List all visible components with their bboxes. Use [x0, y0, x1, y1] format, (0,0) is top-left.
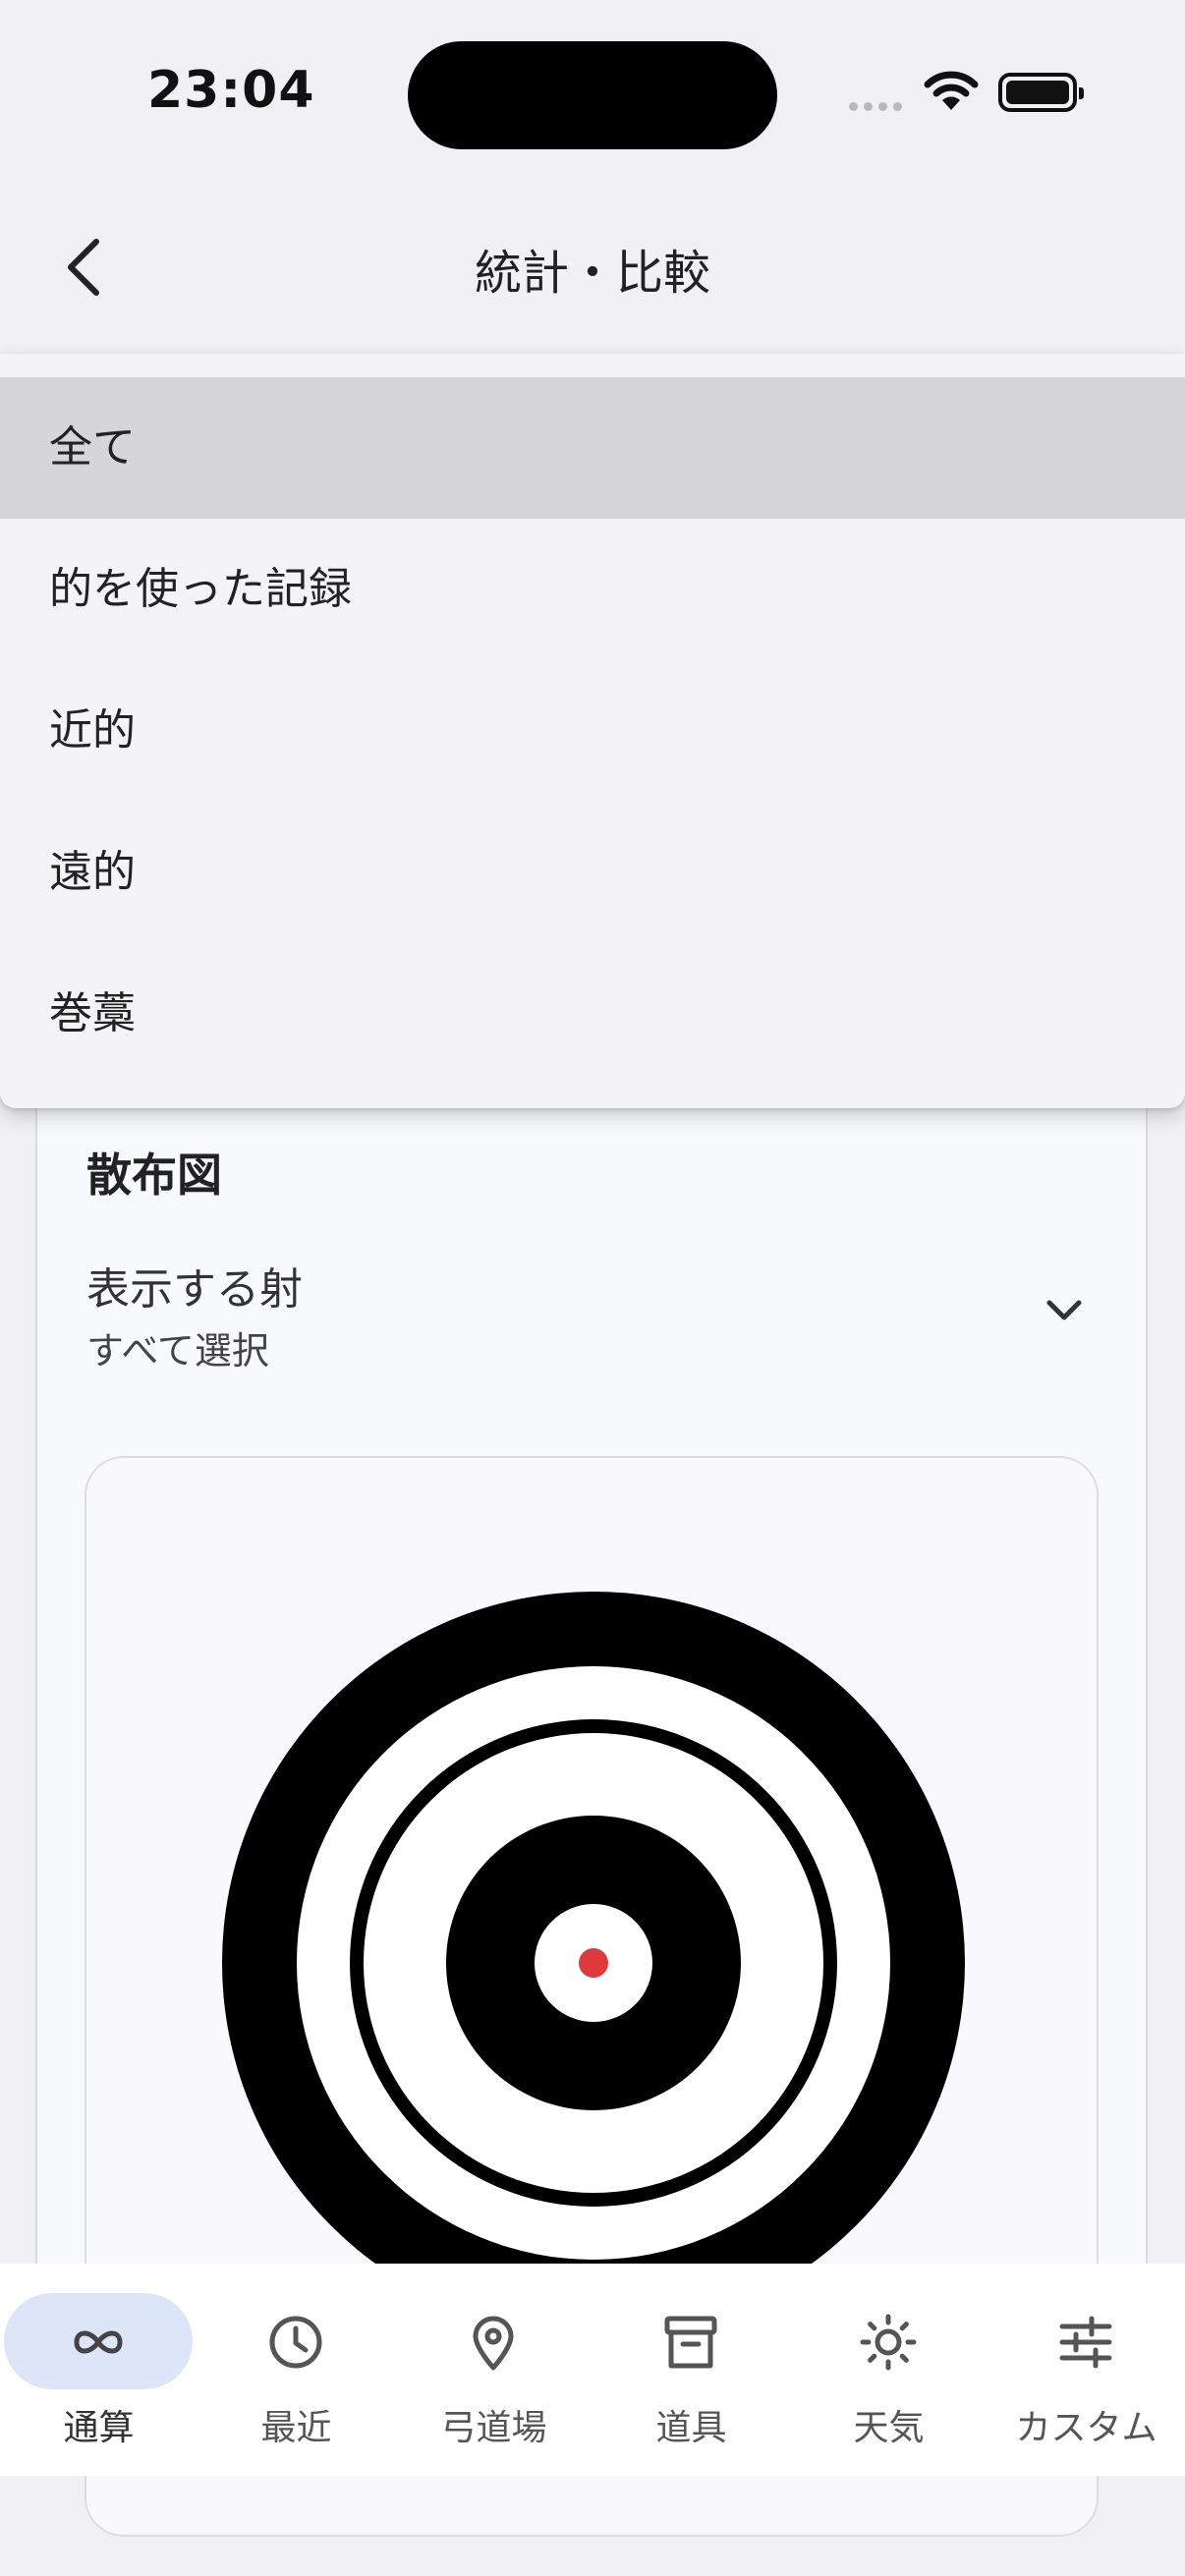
nav-item-dojo[interactable]: 弓道場: [395, 2264, 592, 2476]
nav-label: 最近: [260, 2408, 332, 2448]
shot-selector-label: 表示する射: [86, 1264, 303, 1315]
target-chart: [222, 1592, 965, 2334]
location-pin-icon: [473, 2316, 514, 2371]
clock-icon: [269, 2316, 322, 2369]
nav-label: 通算: [63, 2408, 135, 2448]
menu-item-all[interactable]: 全て: [0, 377, 1185, 519]
nav-item-weather[interactable]: 天気: [790, 2264, 988, 2476]
archive-box-icon: [664, 2316, 717, 2369]
shot-selector-value[interactable]: すべて選択: [86, 1320, 269, 1374]
nav-label: 天気: [853, 2408, 925, 2448]
nav-item-total[interactable]: 通算: [0, 2264, 198, 2476]
nav-item-recent[interactable]: 最近: [198, 2264, 395, 2476]
cellular-signal-icon: [849, 102, 902, 111]
battery-icon: [998, 73, 1084, 112]
dynamic-island: [408, 41, 777, 149]
card-title: 散布図: [86, 1148, 222, 1202]
menu-item-target-records[interactable]: 的を使った記録: [0, 519, 1185, 660]
menu-item-enteki[interactable]: 遠的: [0, 802, 1185, 943]
menu-item-kinteki[interactable]: 近的: [0, 660, 1185, 802]
filter-dropdown-menu: 全て 的を使った記録 近的 遠的 巻藁: [0, 354, 1185, 1108]
status-time: 23:04: [147, 61, 315, 120]
page-title: 統計・比較: [474, 246, 710, 301]
bottom-navigation: 通算 最近 弓道場 道具 天気 カスタム: [0, 2264, 1185, 2476]
sliders-icon: [1059, 2316, 1112, 2369]
hit-point: [579, 1948, 608, 1978]
nav-label: カスタム: [1015, 2408, 1157, 2448]
wifi-icon: [924, 71, 979, 110]
infinity-icon: [74, 2330, 123, 2354]
chevron-down-icon[interactable]: [1042, 1291, 1087, 1330]
nav-label: 道具: [655, 2408, 727, 2448]
sun-icon: [860, 2314, 917, 2371]
nav-label: 弓道場: [440, 2408, 547, 2448]
menu-item-makiwara[interactable]: 巻藁: [0, 943, 1185, 1085]
nav-item-custom[interactable]: カスタム: [988, 2264, 1185, 2476]
nav-item-equipment[interactable]: 道具: [592, 2264, 790, 2476]
